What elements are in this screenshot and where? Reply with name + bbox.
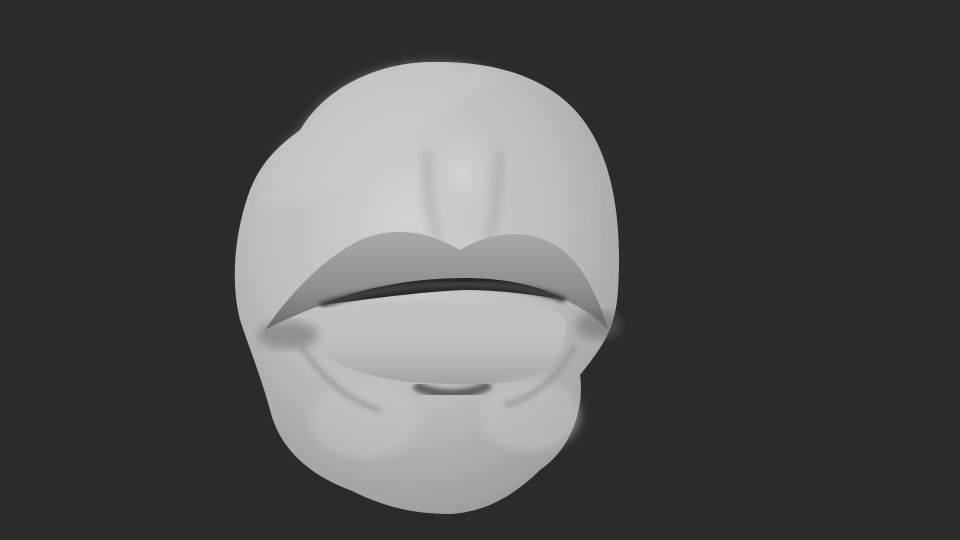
left-mouth-corner [258,321,318,349]
sculpt-viewport[interactable] [0,0,960,540]
right-mouth-corner [576,311,620,339]
chin-left-lobe [310,382,420,458]
mesh-render [234,61,620,514]
chin-right-lobe [480,379,580,451]
